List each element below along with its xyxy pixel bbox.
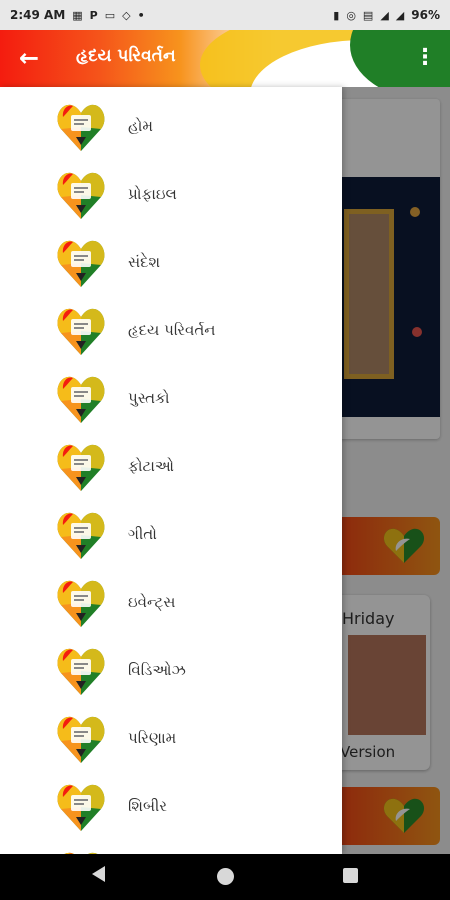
more-options-icon[interactable]: ⋮: [410, 43, 440, 75]
sim-icon: ▦: [72, 8, 83, 22]
books-icon: [57, 376, 105, 423]
shield-icon: ◇: [122, 8, 131, 22]
drawer-item-home[interactable]: હોમ: [0, 92, 342, 160]
drawer-item-events[interactable]: ઇવેન્ટ્સ: [0, 568, 342, 636]
p-icon: P: [89, 8, 98, 22]
vibrate-icon: ▮: [333, 8, 340, 22]
status-time: 2:49 AM: [10, 8, 66, 22]
drawer-item-label: સંદેશ: [128, 253, 161, 271]
drawer-item-label: ઇવેન્ટ્સ: [128, 593, 176, 611]
message-icon: [57, 240, 105, 287]
system-nav-bar: [0, 854, 450, 900]
drawer-item-label: હૃદય પરિવર્તન: [128, 321, 216, 339]
heart-change-icon: [57, 308, 105, 355]
page-title: હૃદય પરિવર્તન: [76, 46, 176, 66]
drawer-item-photos[interactable]: ફોટાઓ: [0, 432, 342, 500]
drawer-item-profile[interactable]: પ્રોફાઇલ: [0, 160, 342, 228]
nav-back-icon[interactable]: [92, 866, 105, 882]
home-icon: [57, 104, 105, 151]
drawer-item-videos[interactable]: વિડિઓઝ: [0, 636, 342, 704]
wifi-icon: ◢: [380, 8, 389, 22]
lte-icon: ▤: [362, 8, 374, 22]
songs-icon: [57, 512, 105, 559]
drawer-item-heart-change[interactable]: હૃદય પરિવર્તન: [0, 296, 342, 364]
events-icon: [57, 580, 105, 627]
drawer-item-label: લોગ: [128, 840, 154, 854]
drawer-item-label: હોમ: [128, 117, 154, 135]
status-bar: 2:49 AM ▦ P ▭ ◇ • ▮ ◎ ▤ ◢ ◢ 96%: [0, 0, 450, 30]
profile-icon: [57, 172, 105, 219]
drawer-item-label: શિબીર: [128, 797, 168, 815]
dot-icon: •: [137, 8, 145, 22]
photos-icon: [57, 444, 105, 491]
drawer-item-books[interactable]: પુસ્તકો: [0, 364, 342, 432]
app-bar: ← હૃદય પરિવર્તન ⋮: [0, 30, 450, 87]
drawer-item-results[interactable]: પરિણામ: [0, 704, 342, 772]
drawer-item-label: પરિણામ: [128, 729, 177, 747]
camp-icon: [57, 784, 105, 831]
drawer-item-label: ફોટાઓ: [128, 457, 174, 475]
drawer-item-message[interactable]: સંદેશ: [0, 228, 342, 296]
signal-icon: ◢: [395, 8, 405, 22]
drawer-item-camp[interactable]: શિબીર: [0, 772, 342, 840]
drawer-item-log[interactable]: લોગ: [0, 840, 342, 854]
videos-icon: [57, 648, 105, 695]
drawer-item-label: પ્રોફાઇલ: [128, 185, 177, 203]
drawer-item-songs[interactable]: ગીતો: [0, 500, 342, 568]
navigation-drawer: હોમ પ્રોફાઇલ સંદેશ હૃદય પરિવર્તન પુસ્તકો ફોટા…: [0, 87, 342, 854]
back-arrow-icon[interactable]: ←: [14, 44, 44, 74]
drawer-item-label: ગીતો: [128, 525, 157, 543]
nav-home-icon[interactable]: [217, 868, 234, 885]
log-icon: [64, 852, 98, 854]
laptop-icon: ▭: [104, 8, 116, 22]
nav-recents-icon[interactable]: [343, 868, 358, 883]
results-icon: [57, 716, 105, 763]
drawer-item-label: વિડિઓઝ: [128, 661, 186, 679]
drawer-item-label: પુસ્તકો: [128, 389, 170, 407]
battery-level: 96%: [411, 8, 440, 22]
hotspot-icon: ◎: [346, 8, 356, 22]
